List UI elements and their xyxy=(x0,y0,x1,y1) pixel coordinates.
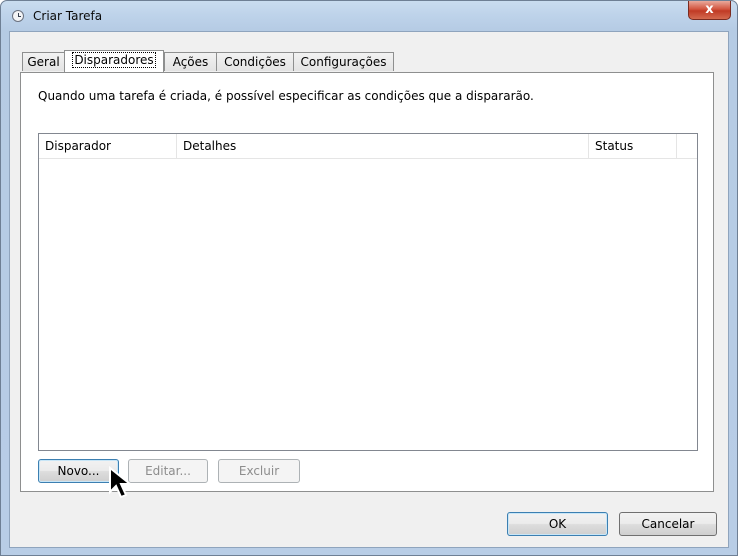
new-trigger-button[interactable]: Novo... xyxy=(38,459,119,483)
triggers-list[interactable]: Disparador Detalhes Status xyxy=(38,133,698,451)
tab-condicoes[interactable]: Condições xyxy=(216,52,294,71)
column-header-detalhes[interactable]: Detalhes xyxy=(177,134,589,158)
clock-icon xyxy=(12,10,24,22)
column-header-status[interactable]: Status xyxy=(589,134,677,158)
triggers-tab-panel: Quando uma tarefa é criada, é possível e… xyxy=(20,72,714,492)
panel-description: Quando uma tarefa é criada, é possível e… xyxy=(38,89,534,103)
tab-disparadores[interactable]: Disparadores xyxy=(64,50,164,72)
list-header: Disparador Detalhes Status xyxy=(39,134,697,159)
edit-trigger-button[interactable]: Editar... xyxy=(128,459,208,483)
mouse-pointer-icon xyxy=(109,466,133,499)
tab-acoes[interactable]: Ações xyxy=(164,52,217,71)
cancel-button[interactable]: Cancelar xyxy=(619,512,717,536)
tab-configuracoes[interactable]: Configurações xyxy=(293,52,394,71)
column-header-filler xyxy=(677,134,697,158)
tab-geral[interactable]: Geral xyxy=(22,52,65,71)
tab-disparadores-label: Disparadores xyxy=(72,52,156,68)
column-header-disparador[interactable]: Disparador xyxy=(39,134,177,158)
close-button[interactable]: x xyxy=(688,1,731,20)
title-bar[interactable]: Criar Tarefa x xyxy=(1,1,737,31)
window-title: Criar Tarefa xyxy=(33,9,103,23)
ok-button[interactable]: OK xyxy=(507,512,608,536)
delete-trigger-button[interactable]: Excluir xyxy=(218,459,300,483)
